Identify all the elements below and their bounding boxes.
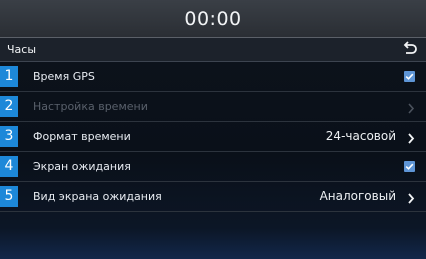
item-number: 4 [0, 156, 18, 177]
item-label: Вид экрана ожидания [33, 190, 162, 203]
title-bar: Часы [0, 38, 426, 62]
item-label: Настройка времени [33, 100, 148, 113]
item-label: Экран ожидания [33, 160, 131, 173]
item-label: Время GPS [33, 70, 95, 83]
list-item-standby-screen[interactable]: 4 Экран ожидания [0, 152, 426, 182]
item-number: 2 [0, 96, 18, 117]
page-title: Часы [7, 43, 37, 56]
chevron-right-icon [406, 130, 416, 144]
checkbox-checked-icon[interactable] [404, 161, 415, 172]
item-value: 24-часовой [325, 129, 396, 143]
chevron-right-icon [406, 190, 416, 204]
list-item-gps-time[interactable]: 1 Время GPS [0, 62, 426, 92]
item-number: 5 [0, 186, 18, 207]
item-number: 1 [0, 66, 18, 87]
status-bar: 00:00 [0, 0, 426, 38]
list-item-time-format[interactable]: 3 Формат времени 24-часовой [0, 122, 426, 152]
item-value: Аналоговый [319, 189, 396, 203]
checkbox-checked-icon[interactable] [404, 71, 415, 82]
item-number: 3 [0, 126, 18, 147]
list-item-time-setting[interactable]: 2 Настройка времени [0, 92, 426, 122]
back-arrow-icon[interactable] [402, 40, 418, 58]
chevron-right-icon [406, 100, 416, 114]
screen: 00:00 Часы 1 Время GPS 2 Настройка време… [0, 0, 426, 259]
item-label: Формат времени [33, 130, 131, 143]
settings-list: 1 Время GPS 2 Настройка времени 3 Формат… [0, 62, 426, 212]
clock: 00:00 [184, 8, 242, 30]
list-item-standby-view[interactable]: 5 Вид экрана ожидания Аналоговый [0, 182, 426, 212]
